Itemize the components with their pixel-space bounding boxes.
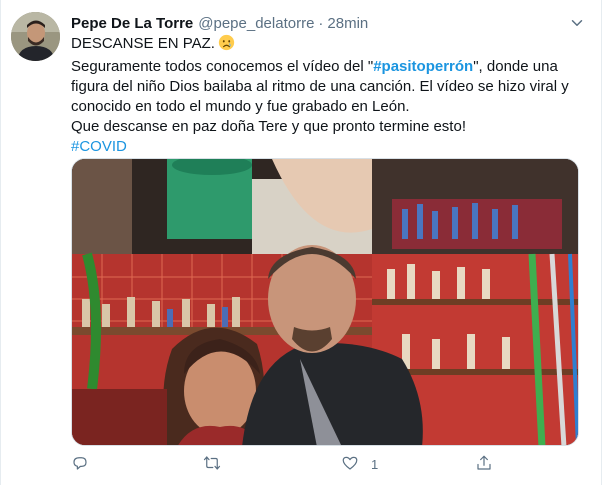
photo-image [72,159,578,445]
avatar-image [11,12,60,61]
author-name[interactable]: Pepe De La Torre [71,15,193,32]
heart-icon [341,454,359,475]
hashtag-link-covid[interactable]: #COVID [71,138,127,155]
tweet-timestamp[interactable]: 28min [327,15,368,32]
hashtag-link-pasitoperron[interactable]: #pasitoperrón [373,58,473,75]
tweet-line-1: DESCANSE EN PAZ. [71,34,581,57]
author-handle[interactable]: @pepe_delatorre [198,15,314,32]
tweet-line-2-pre: Seguramente todos conocemos el vídeo del… [71,58,374,75]
share-icon [475,454,493,475]
retweet-icon [203,454,221,475]
avatar[interactable] [11,12,60,61]
tweet-line-1-text: DESCANSE EN PAZ. [71,35,215,52]
tweet-card[interactable]: Pepe De La Torre @pepe_delatorre · 28min… [0,0,602,485]
tweet-header: Pepe De La Torre @pepe_delatorre · 28min [71,12,586,34]
chevron-down-icon[interactable] [568,14,586,32]
reply-icon [71,454,89,475]
crying-face-emoji-icon [218,34,235,57]
tweet-text: DESCANSE EN PAZ. Seguramente todos conoc… [71,34,581,157]
separator-dot: · [318,14,324,32]
tweet-photo[interactable] [71,158,579,446]
tweet-line-2: Seguramente todos conocemos el vídeo del… [71,57,581,117]
like-button[interactable]: 1 [341,452,378,476]
reply-button[interactable] [71,452,101,476]
share-button[interactable] [475,452,505,476]
retweet-button[interactable] [203,452,233,476]
tweet-actions: 1 [71,452,581,476]
like-count: 1 [371,456,379,472]
tweet-line-3: Que descanse en paz doña Tere y que pron… [71,118,466,135]
